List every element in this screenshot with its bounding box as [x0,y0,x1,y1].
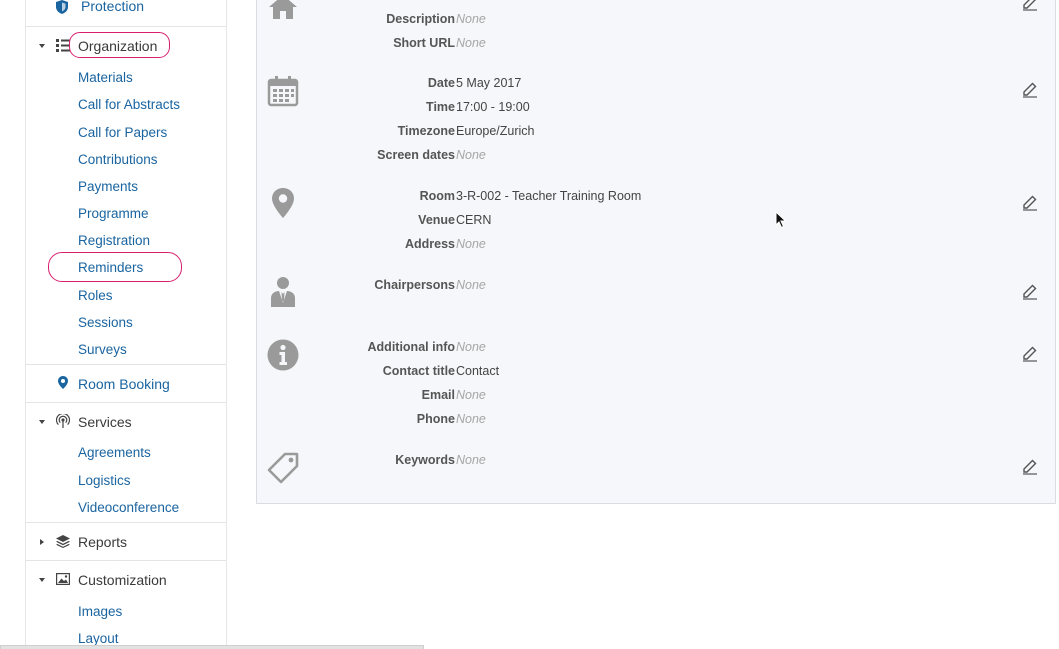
field-additional-info: Additional info None [257,340,957,358]
edit-pencil-icon[interactable] [1021,193,1039,211]
field-label: Email [421,388,455,402]
field-keywords: Keywords None [257,453,957,471]
field-email: Email None [257,388,957,406]
field-value: None [456,453,486,467]
field-label: Timezone [397,124,455,138]
field-contact-title: Contact title Contact [257,364,957,382]
edit-pencil-icon[interactable] [1021,80,1039,98]
field-label: Additional info [367,340,455,354]
field-room: Room 3-R-002 - Teacher Training Room [257,189,957,207]
field-label: Short URL [393,36,455,50]
sidebar-item-registration[interactable]: Registration [78,233,150,248]
expand-caret-icon[interactable] [40,539,44,545]
layers-icon [56,534,70,548]
field-label: Description [386,12,455,26]
sidebar-item-videoconference[interactable]: Videoconference [78,500,179,515]
section-label: Services [78,414,132,430]
expand-caret-icon[interactable] [39,578,45,582]
broadcast-icon [56,414,70,428]
highlight-ring [69,32,170,58]
field-value: 17:00 - 19:00 [456,100,530,114]
sidebar: Protection Organization Materials Call f… [25,0,227,649]
section-label: Customization [78,572,167,588]
sidebar-item-label: Room Booking [78,376,170,392]
sidebar-item-roles[interactable]: Roles [78,288,113,303]
highlight-ring [48,252,182,282]
panel-keywords: Keywords None [257,442,1055,503]
field-value: None [456,12,486,26]
sidebar-item-logistics[interactable]: Logistics [78,473,131,488]
sidebar-item-contributions[interactable]: Contributions [78,152,158,167]
field-label: Contact title [382,364,455,378]
field-screen-dates: Screen dates None [257,148,957,166]
map-pin-icon [56,375,70,389]
edit-pencil-icon[interactable] [1021,457,1039,475]
edit-pencil-icon[interactable] [1021,282,1039,300]
field-value: Europe/Zurich [456,124,535,138]
sidebar-item-sessions[interactable]: Sessions [78,315,133,330]
sidebar-section-reports[interactable]: Reports [78,534,127,550]
expand-caret-icon[interactable] [39,420,45,424]
field-label: Phone [416,412,455,426]
sidebar-item-call-for-papers[interactable]: Call for Papers [78,125,167,140]
field-venue: Venue CERN [257,213,957,231]
sidebar-item-payments[interactable]: Payments [78,179,138,194]
panel-location: Room 3-R-002 - Teacher Training Room Ven… [257,178,1055,268]
field-label: Venue [418,213,455,227]
sidebar-item-call-for-abstracts[interactable]: Call for Abstracts [78,97,180,112]
section-label: Reports [78,534,128,550]
edit-pencil-icon[interactable] [1021,0,1039,11]
sidebar-item-label: Protection [81,0,145,14]
sidebar-item-agreements[interactable]: Agreements [78,445,151,460]
field-value: None [456,340,486,354]
field-value: None [456,278,486,292]
field-label: Time [426,100,455,114]
panel-people: Chairpersons None [257,267,1055,330]
edit-pencil-icon[interactable] [1021,344,1039,362]
sidebar-item-room-booking[interactable]: Room Booking [78,376,170,392]
field-value: CERN [456,213,492,227]
sidebar-item-materials[interactable]: Materials [78,70,133,85]
sidebar-item-images[interactable]: Images [78,604,122,619]
panel-general: Description None Short URL None [257,0,1055,66]
panel-dates: Date 5 May 2017 Time 17:00 - 19:00 Timez… [257,65,1055,179]
field-value: None [456,412,486,426]
field-value: None [456,388,486,402]
field-label: Address [404,237,455,251]
expand-caret-icon[interactable] [39,44,45,48]
field-short-url: Short URL None [257,36,957,54]
field-label: Date [427,76,455,90]
field-value: 3-R-002 - Teacher Training Room [456,189,642,203]
field-date: Date 5 May 2017 [257,76,957,94]
field-label: Screen dates [377,148,455,162]
event-details-card: Description None Short URL None Date 5 M… [256,0,1056,504]
field-description: Description None [257,12,957,30]
sidebar-item-protection[interactable]: Protection [56,0,144,16]
image-icon [56,572,70,586]
field-label: Keywords [395,453,455,467]
field-phone: Phone None [257,412,957,430]
field-value: None [456,237,486,251]
mouse-cursor-icon [775,211,787,229]
field-timezone: Timezone Europe/Zurich [257,124,957,142]
sidebar-section-services[interactable]: Services [78,414,132,430]
horizontal-scrollbar[interactable] [0,645,424,649]
sidebar-item-surveys[interactable]: Surveys [78,342,127,357]
panel-info: Additional info None Contact title Conta… [257,329,1055,443]
field-value: None [456,36,486,50]
shield-icon [56,0,68,14]
field-label: Chairpersons [374,278,455,292]
field-label: Room [419,189,455,203]
sidebar-item-layout[interactable]: Layout [78,631,119,646]
field-value: None [456,148,486,162]
sidebar-item-programme[interactable]: Programme [78,206,149,221]
field-address: Address None [257,237,957,255]
field-value: Contact [456,364,500,378]
sidebar-section-customization[interactable]: Customization [78,572,167,588]
field-value: 5 May 2017 [456,76,522,90]
field-time: Time 17:00 - 19:00 [257,100,957,118]
list-icon [56,38,70,52]
field-chairpersons: Chairpersons None [257,278,957,296]
